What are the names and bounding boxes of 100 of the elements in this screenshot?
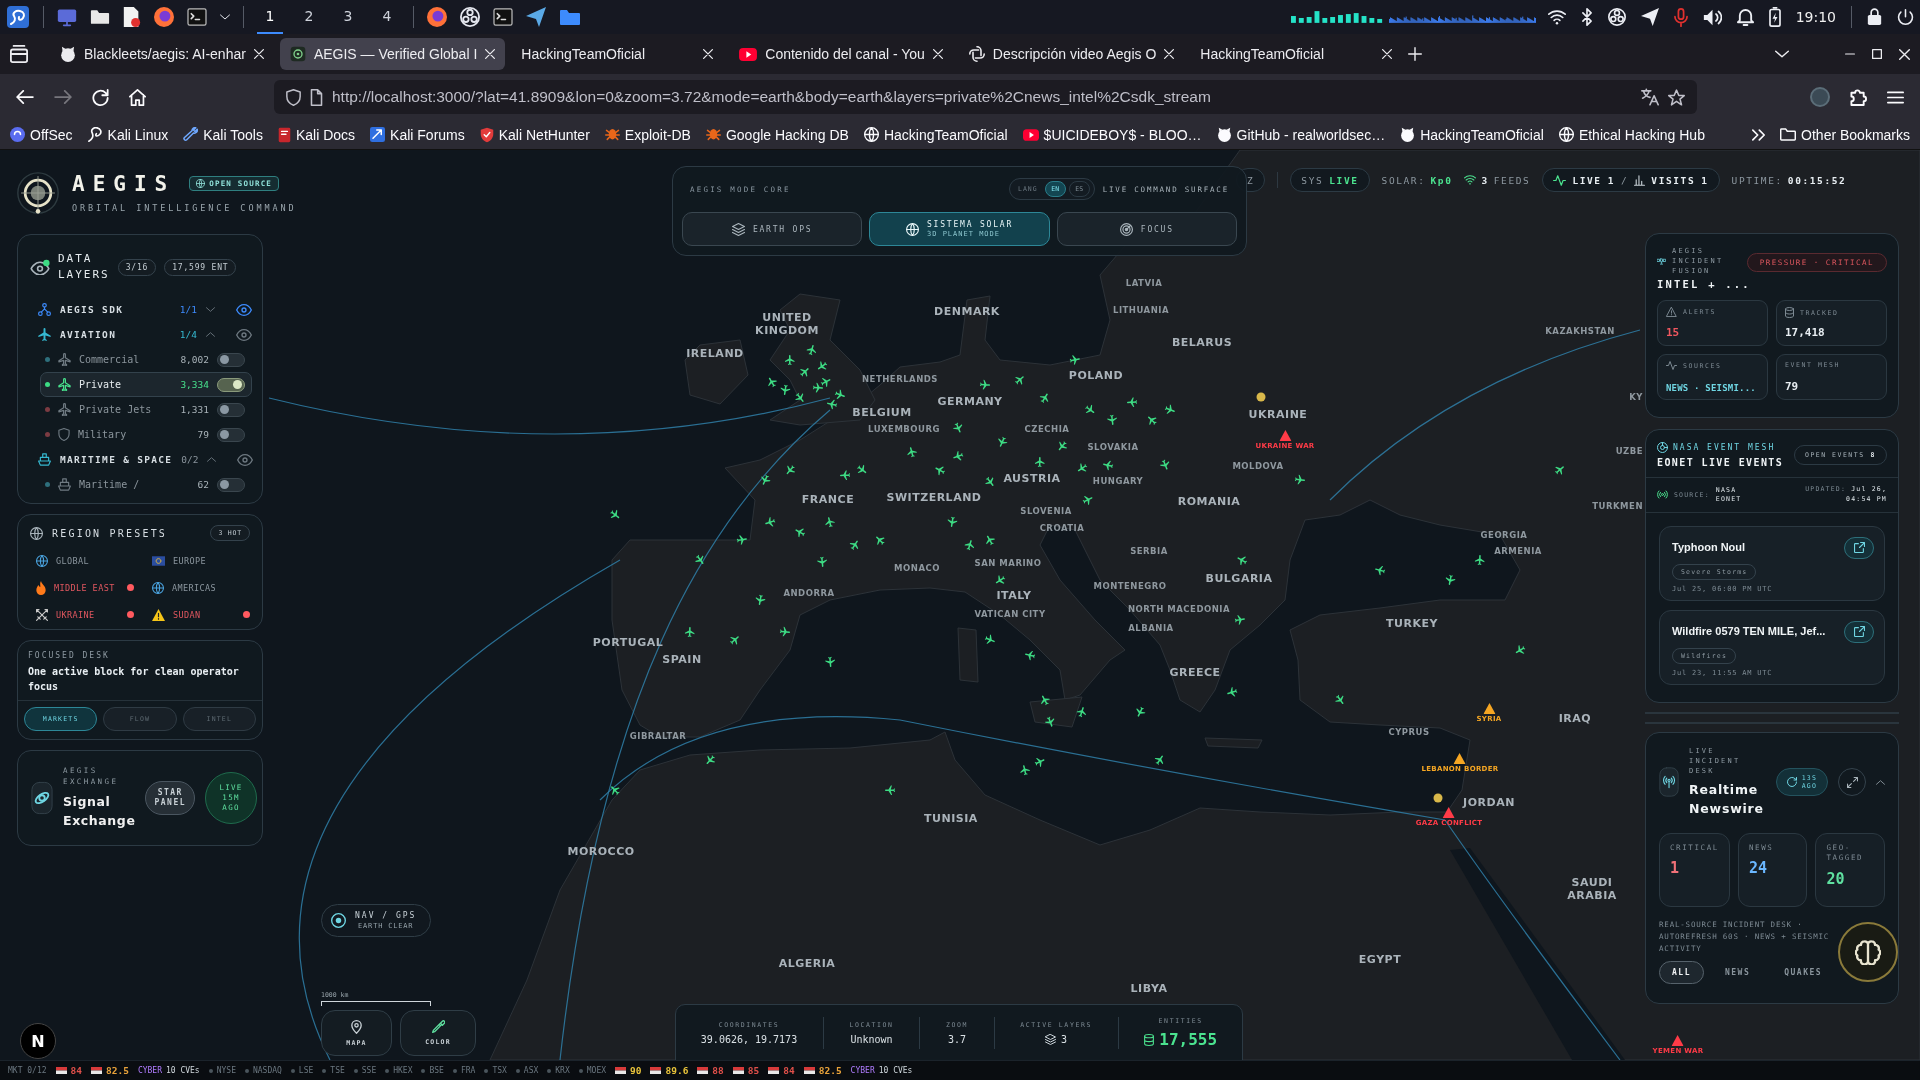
- bookmark-link[interactable]: $UICIDEBOY$ - BLOO…: [1022, 126, 1202, 143]
- airplane-icon[interactable]: [1154, 755, 1164, 765]
- wifi-icon[interactable]: [1547, 9, 1566, 25]
- toggle-switch[interactable]: [217, 352, 245, 367]
- airplane-icon[interactable]: [935, 466, 946, 476]
- ring-logo-icon[interactable]: [427, 7, 447, 27]
- folder-icon[interactable]: [90, 9, 110, 25]
- speaker-icon[interactable]: [1702, 7, 1722, 27]
- region-preset[interactable]: MIDDLE EAST: [30, 577, 134, 598]
- airplane-icon[interactable]: [827, 399, 838, 410]
- airplane-icon[interactable]: [1294, 474, 1305, 485]
- airplane-icon[interactable]: [876, 536, 885, 545]
- region-preset[interactable]: AMERICAS: [146, 577, 250, 598]
- airplane-icon[interactable]: [768, 377, 777, 388]
- avatar-circle[interactable]: [1810, 87, 1830, 107]
- location-dot-icon[interactable]: [1256, 392, 1266, 402]
- airplane-icon[interactable]: [800, 368, 809, 377]
- airplane-icon[interactable]: [1085, 404, 1095, 414]
- paper-plane-icon[interactable]: [1640, 8, 1659, 26]
- airplane-icon[interactable]: [795, 528, 806, 538]
- plus-icon[interactable]: [1408, 47, 1423, 61]
- airplane-icon[interactable]: [1474, 555, 1485, 566]
- forward-arrow-icon[interactable]: [54, 90, 72, 104]
- airplane-icon[interactable]: [1039, 393, 1049, 404]
- selected-layer-row[interactable]: Private 3,334: [40, 372, 252, 397]
- bookmark-link[interactable]: Kali Docs: [277, 126, 356, 143]
- airplane-icon[interactable]: [812, 382, 823, 393]
- bookmark-link[interactable]: OffSec: [10, 126, 73, 143]
- airplane-icon[interactable]: [1103, 460, 1114, 471]
- close-icon[interactable]: [703, 49, 714, 59]
- browser-tab[interactable]: Descripción video Aegis O: [958, 38, 1185, 70]
- lock-icon[interactable]: [1867, 8, 1882, 26]
- airplane-icon[interactable]: [834, 389, 845, 399]
- airplane-icon[interactable]: [857, 464, 867, 474]
- airplane-icon[interactable]: [706, 755, 716, 765]
- close-icon[interactable]: [1164, 49, 1175, 59]
- star-icon[interactable]: [1668, 88, 1685, 106]
- airplane-icon[interactable]: [780, 384, 791, 395]
- airplane-icon[interactable]: [795, 392, 804, 402]
- address-bar[interactable]: http://localhost:3000/?lat=41.8909&lon=0&zoom=3.72&mode=earth&body=earth&layers=private%2Cnews_intel%2Csdk_stream: [274, 80, 1697, 114]
- bluetooth-icon[interactable]: [1580, 8, 1593, 26]
- airplane-icon[interactable]: [610, 509, 620, 519]
- airplane-icon[interactable]: [995, 575, 1006, 584]
- filter-tab[interactable]: QUAKES: [1771, 960, 1836, 984]
- airplane-icon[interactable]: [1107, 414, 1117, 425]
- airplane-icon[interactable]: [1515, 645, 1526, 654]
- ring-logo-icon[interactable]: [154, 7, 174, 27]
- toggle-switch[interactable]: [217, 377, 245, 392]
- airplane-icon[interactable]: [786, 465, 796, 475]
- airplane-icon[interactable]: [985, 476, 994, 486]
- airplane-icon[interactable]: [761, 474, 771, 485]
- toggle-switch[interactable]: [217, 402, 245, 417]
- airplane-icon[interactable]: [1077, 463, 1088, 472]
- browser-tab[interactable]: HackingTeamOficial: [1190, 38, 1403, 70]
- airplane-icon[interactable]: [1160, 459, 1170, 470]
- workspace-button[interactable]: 3: [335, 0, 361, 34]
- airplane-icon[interactable]: [1020, 765, 1030, 776]
- airplane-icon[interactable]: [695, 554, 704, 564]
- tabs-icon[interactable]: [10, 45, 28, 63]
- bookmark-link[interactable]: GitHub - realworldsec…: [1216, 126, 1386, 143]
- bookmark-link[interactable]: Kali NetHunter: [479, 126, 590, 143]
- bookmark-link[interactable]: Exploit-DB: [604, 126, 691, 143]
- airplane-icon[interactable]: [1034, 457, 1045, 468]
- airplane-icon[interactable]: [979, 379, 990, 390]
- menu-icon[interactable]: [1887, 90, 1904, 104]
- document-icon[interactable]: [123, 7, 141, 27]
- battery-icon[interactable]: [1768, 7, 1781, 27]
- airplane-icon[interactable]: [885, 785, 896, 795]
- airplane-icon[interactable]: [1335, 694, 1344, 705]
- airplane-icon[interactable]: [611, 786, 620, 795]
- airplane-icon[interactable]: [785, 355, 795, 365]
- bookmark-link[interactable]: Kali Linux: [87, 126, 169, 143]
- airplane-icon[interactable]: [765, 517, 776, 527]
- eye-icon[interactable]: [237, 453, 254, 466]
- airplane-icon[interactable]: [1227, 687, 1238, 697]
- airplane-icon[interactable]: [984, 634, 995, 644]
- chevrons-icon[interactable]: [1752, 128, 1766, 141]
- bookmark-link[interactable]: Ethical Hacking Hub: [1558, 126, 1705, 143]
- bookmark-link[interactable]: Kali Tools: [183, 126, 263, 143]
- airplane-icon[interactable]: [817, 361, 828, 370]
- airplane-icon[interactable]: [998, 436, 1008, 447]
- airplane-icon[interactable]: [1136, 706, 1146, 717]
- airplane-icon[interactable]: [986, 535, 995, 546]
- airplane-icon[interactable]: [806, 345, 817, 356]
- monitor-icon[interactable]: [57, 7, 77, 27]
- airplane-icon[interactable]: [684, 627, 695, 638]
- airplane-icon[interactable]: [1034, 757, 1045, 767]
- power-icon[interactable]: [1897, 8, 1914, 26]
- filter-tab[interactable]: ALL: [1659, 960, 1704, 984]
- paper-plane-icon[interactable]: [526, 7, 546, 27]
- airplane-icon[interactable]: [840, 470, 851, 480]
- browser-tab[interactable]: HackingTeamOficial: [511, 38, 724, 70]
- close-icon[interactable]: [932, 49, 943, 59]
- terminal-icon[interactable]: [187, 8, 207, 26]
- home-icon[interactable]: [129, 88, 146, 106]
- airplane-icon[interactable]: [825, 656, 835, 667]
- aperture-icon[interactable]: [460, 7, 480, 27]
- airplane-icon[interactable]: [1148, 416, 1157, 425]
- location-dot-icon[interactable]: [1433, 793, 1443, 803]
- airplane-icon[interactable]: [1082, 495, 1093, 505]
